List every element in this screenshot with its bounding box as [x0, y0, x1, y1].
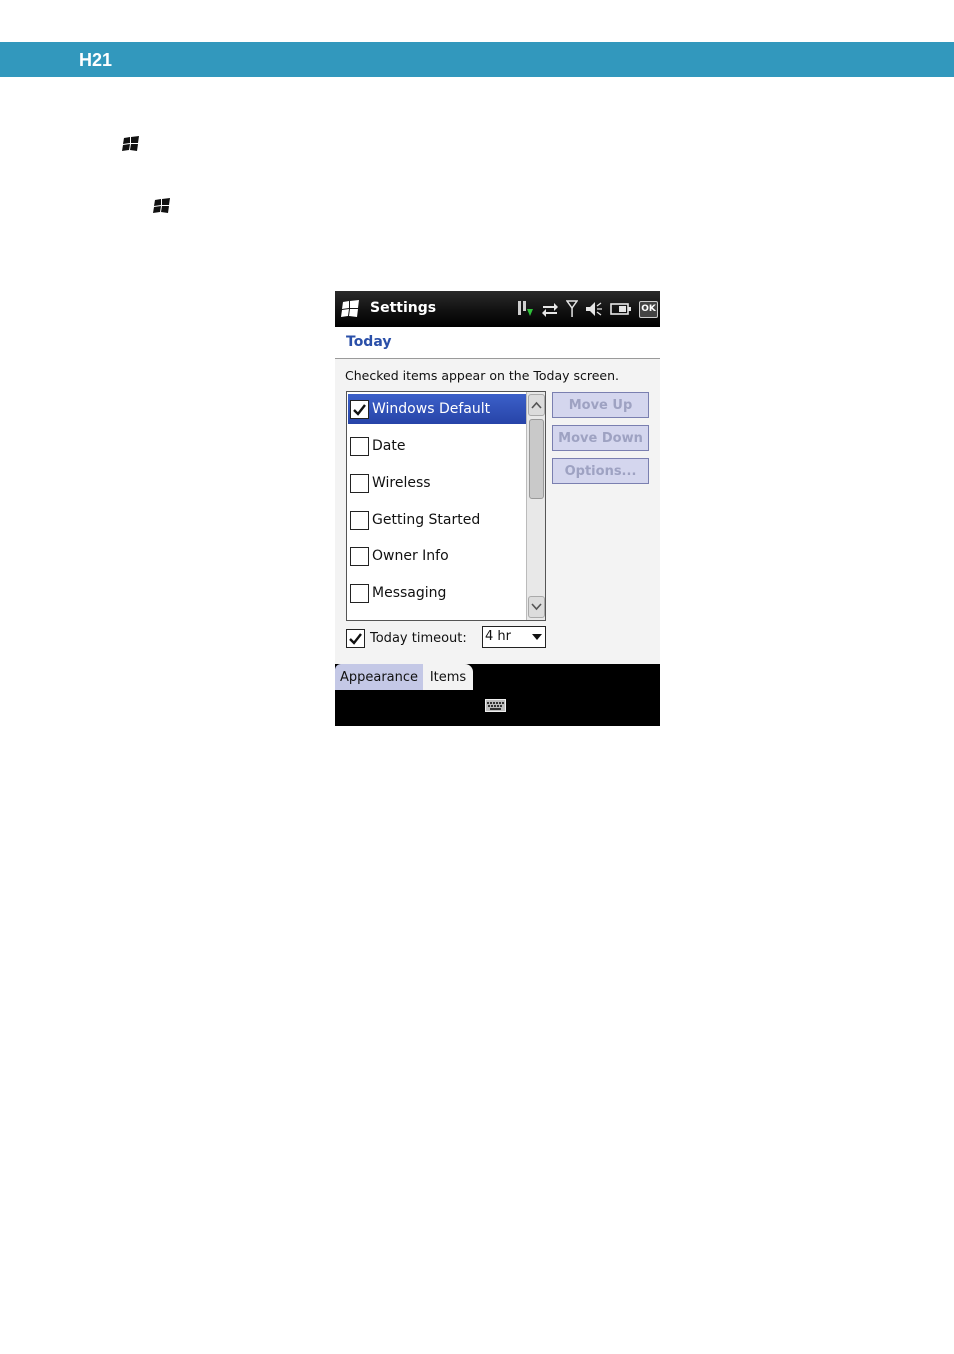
- windows-start-icon[interactable]: [340, 300, 360, 318]
- list-item[interactable]: Getting Started: [348, 505, 526, 535]
- move-down-button[interactable]: Move Down: [552, 425, 649, 451]
- move-up-button[interactable]: Move Up: [552, 392, 649, 418]
- item-checkbox[interactable]: [350, 583, 369, 603]
- instruction-text: Checked items appear on the Today screen…: [345, 368, 620, 383]
- item-checkbox[interactable]: [350, 510, 369, 530]
- document-header-label: H21: [79, 50, 113, 70]
- page-heading-bar: Today: [335, 327, 660, 359]
- list-item[interactable]: Messaging: [348, 578, 526, 608]
- item-checkbox[interactable]: [350, 436, 369, 456]
- timeout-select[interactable]: 4 hr: [482, 626, 546, 648]
- options-button[interactable]: Options...: [552, 458, 649, 484]
- soft-key-bar: [335, 690, 660, 726]
- list-item[interactable]: Owner Info: [348, 541, 526, 571]
- app-title: Settings: [370, 300, 437, 316]
- status-icons: OK: [516, 299, 658, 319]
- tab-items[interactable]: Items: [423, 664, 473, 690]
- title-bar: Settings OK: [335, 291, 660, 327]
- scrollbar-thumb[interactable]: [529, 419, 544, 499]
- tab-appearance[interactable]: Appearance: [335, 664, 423, 690]
- list-item[interactable]: Windows Default: [348, 394, 526, 424]
- timeout-value: 4 hr: [485, 629, 511, 644]
- list-item-label: Windows Default: [372, 401, 491, 417]
- speaker-muted-icon[interactable]: [585, 300, 603, 318]
- list-item-label: Getting Started: [372, 512, 481, 528]
- list-item-label: Messaging: [372, 585, 447, 601]
- ok-button[interactable]: OK: [639, 300, 658, 318]
- timeout-label: Today timeout:: [370, 630, 467, 646]
- list-item-label: Date: [372, 438, 406, 454]
- chevron-down-icon[interactable]: [528, 596, 545, 618]
- battery-icon[interactable]: [610, 300, 632, 318]
- today-timeout-row: Today timeout:: [346, 626, 467, 650]
- list-item-label: Wireless: [372, 475, 431, 491]
- signal-antenna-icon[interactable]: [566, 300, 578, 318]
- keyboard-icon[interactable]: [485, 698, 506, 713]
- page-heading: Today: [346, 334, 392, 350]
- windows-flag-icon: [153, 198, 171, 214]
- windows-flag-icon: [122, 136, 140, 152]
- item-checkbox[interactable]: [350, 399, 369, 419]
- list-item-label: Owner Info: [372, 548, 449, 564]
- timeout-checkbox[interactable]: [346, 628, 365, 648]
- list-item[interactable]: Wireless: [348, 468, 526, 498]
- list-item[interactable]: Date: [348, 431, 526, 461]
- device-screen: Settings OK Today Checked items appear o…: [335, 291, 660, 726]
- dropdown-arrow-icon[interactable]: [532, 634, 542, 640]
- chevron-up-icon[interactable]: [528, 394, 545, 416]
- item-checkbox[interactable]: [350, 473, 369, 493]
- list-scrollbar[interactable]: [526, 392, 545, 620]
- connectivity-arrows-icon[interactable]: [541, 300, 559, 318]
- data-transfer-icon[interactable]: [516, 300, 534, 318]
- today-items-list[interactable]: Windows Default Date Wireless Getting St…: [346, 391, 546, 621]
- item-checkbox[interactable]: [350, 546, 369, 566]
- tab-bar: Appearance Items: [335, 664, 660, 690]
- document-header-bar: H21: [0, 42, 954, 77]
